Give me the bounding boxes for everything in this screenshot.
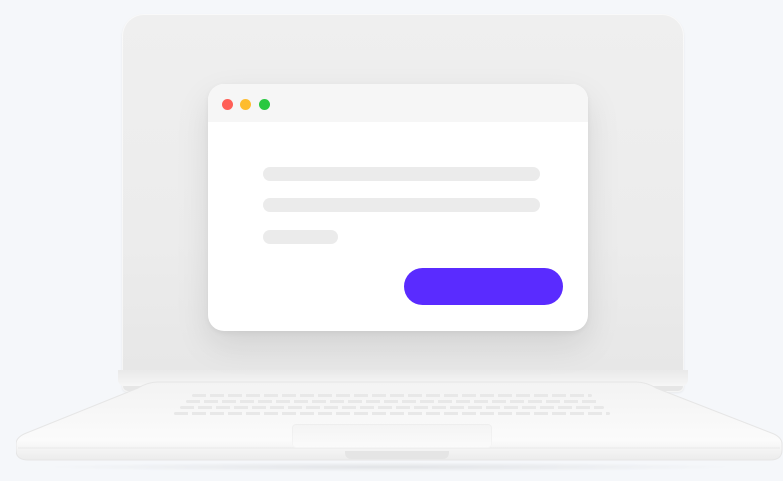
placeholder-text-line [263, 167, 540, 181]
app-window [208, 84, 588, 331]
laptop-front-notch [345, 451, 449, 459]
primary-button[interactable] [404, 268, 563, 305]
window-titlebar [208, 84, 588, 122]
trackpad [292, 424, 492, 448]
laptop-shadow [40, 462, 740, 472]
close-dot-icon[interactable] [222, 99, 233, 110]
placeholder-text-line [263, 198, 540, 212]
minimize-dot-icon[interactable] [240, 99, 251, 110]
maximize-dot-icon[interactable] [259, 99, 270, 110]
placeholder-text-line-short [263, 230, 338, 244]
keyboard [150, 392, 630, 420]
laptop-illustration [0, 0, 783, 481]
